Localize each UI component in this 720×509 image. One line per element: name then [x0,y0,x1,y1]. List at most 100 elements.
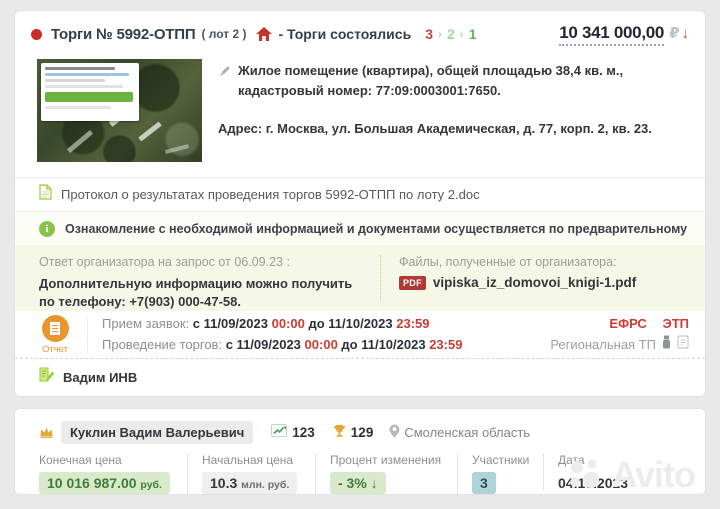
organizer-panel: Ответ организатора на запрос от 06.09.23… [15,245,705,311]
current-price: 10 341 000,00 ₽ ↓ [559,23,689,46]
info-icon: i [39,221,55,237]
answer-title: Ответ организатора на запрос от 06.09.23… [39,255,366,269]
organizer-files: Файлы, полученные от организатора: PDF v… [381,255,636,301]
schedule-dates: Прием заявок: с 11/09/2023 00:00 до 11/1… [102,314,462,356]
popup-text-line [45,79,105,82]
stat-label: Участники [472,453,529,467]
region-name: Смоленская область [404,425,530,440]
bidding-to-date: до 11/10/2023 [341,337,425,352]
schedule-row: Отчет Прием заявок: с 11/09/2023 00:00 д… [15,311,705,358]
stat-final-price: Конечная цена 10 016 987.00 руб. [39,453,187,494]
popup-text-line [45,67,115,70]
applications-from-date: с 11/09/2023 [193,316,268,331]
etp-link[interactable]: ЭТП [662,316,689,331]
applications-period: Прием заявок: с 11/09/2023 00:00 до 11/1… [102,314,462,335]
stat-label: Конечная цена [39,453,173,467]
stat-label: Дата [558,453,628,467]
document-icon [39,184,52,205]
bidding-period: Проведение торгов: с 11/09/2023 00:00 до… [102,335,462,356]
divider [87,317,88,353]
winner-row: Куклин Вадим Валерьевич 123 129 Смоленск… [15,409,705,445]
edit-note-icon [39,367,54,388]
applications-from-time: 00:00 [272,316,305,331]
chart-icon [271,424,287,440]
final-price-value: 10 016 987.00 [47,475,137,491]
lot-number: ( лот 2 ) [201,27,246,41]
stat-label: Процент изменения [330,453,443,467]
crown-icon [39,426,54,438]
auction-title: Торги № 5992-ОТПП [51,26,195,43]
organizer-answer: Ответ организатора на запрос от 06.09.23… [39,255,381,301]
bidder-name: Вадим ИНВ [63,370,137,385]
lot-description: Жилое помещение (квартира), общей площад… [218,59,689,169]
stat-percent-change: Процент изменения - 3% ↓ [315,453,457,494]
report-button[interactable]: Отчет [33,315,77,355]
price-value[interactable]: 10 341 000,00 [559,23,664,46]
stat-start-price: Начальная цена 10.3 млн. руб. [187,453,315,494]
notice-row: i Ознакомление с необходимой информацией… [15,211,705,245]
auctions-metric: 123 [271,424,315,440]
ruble-icon: ₽ [669,24,679,42]
bidding-to-time: 23:59 [429,337,462,352]
clipboard-icon[interactable] [677,335,689,356]
round-3[interactable]: 3 [425,26,433,42]
participants-badge: 3 [472,472,496,494]
auctions-count: 123 [292,425,315,440]
bidding-from-time: 00:00 [305,337,338,352]
price-down-arrow-icon: ↓ [682,25,690,42]
map-popup [41,63,139,121]
home-icon[interactable] [256,27,272,42]
final-price-badge: 10 016 987.00 руб. [39,472,170,494]
chevron-right-icon: › [438,27,442,41]
location-pin-icon [389,424,400,441]
applications-to-time: 23:59 [396,316,429,331]
auction-status: - Торги состоялись [278,26,411,42]
winner-name-badge[interactable]: Куклин Вадим Валерьевич [61,421,253,444]
stats-row: Конечная цена 10 016 987.00 руб. Начальн… [15,445,705,494]
protocol-file-link[interactable]: Протокол о результатах проведения торгов… [61,187,480,202]
popup-link-line [45,73,129,76]
trophy-icon [333,424,346,441]
lot-content: Жилое помещение (квартира), общей площад… [15,51,705,177]
pdf-file-link[interactable]: vipiska_iz_domovoi_knigi-1.pdf [433,275,636,290]
percent-change-value: - 3% [338,475,367,491]
auction-header: Торги № 5992-ОТПП ( лот 2 ) - Торги сост… [15,11,705,51]
notice-text: Ознакомление с необходимой информацией и… [65,222,689,236]
address-text: Адрес: г. Москва, ул. Большая Академичес… [218,119,689,139]
result-card: Куклин Вадим Валерьевич 123 129 Смоленск… [14,408,706,495]
files-title: Файлы, полученные от организатора: [399,255,636,269]
usb-icon[interactable] [662,335,671,356]
wins-metric: 129 [333,424,374,441]
platform-label: Региональная ТП [550,335,656,356]
auction-card: Торги № 5992-ОТПП ( лот 2 ) - Торги сост… [14,10,706,397]
wins-count: 129 [351,425,374,440]
round-2[interactable]: 2 [447,26,455,42]
stat-label: Начальная цена [202,453,301,467]
date-value: 04.10.2023 [558,472,628,491]
start-price-badge: 10.3 млн. руб. [202,472,297,494]
round-1[interactable]: 1 [469,26,477,42]
efrs-link[interactable]: ЕФРС [609,316,647,331]
percent-down-arrow-icon: ↓ [371,475,378,491]
protocol-row: Протокол о результатах проведения торгов… [15,177,705,211]
schedule-links: ЕФРС ЭТП Региональная ТП [550,314,689,356]
map-thumbnail[interactable] [37,59,202,162]
rounds-breadcrumb: 3 › 2 › 1 [425,26,476,42]
popup-text-line [45,106,111,109]
bidding-from-date: с 11/09/2023 [226,337,301,352]
description-text: Жилое помещение (квартира), общей площад… [238,61,689,101]
applications-to-date: до 11/10/2023 [308,316,392,331]
report-icon [42,315,69,342]
start-price-value: 10.3 [210,475,237,491]
stat-date: Дата 04.10.2023 [543,453,642,491]
applications-label: Прием заявок: [102,316,189,331]
start-price-unit: млн. руб. [241,479,289,491]
popup-text-line [45,85,123,88]
stat-participants: Участники 3 [457,453,543,494]
popup-green-button[interactable] [45,92,133,102]
report-label: Отчет [42,344,68,355]
pencil-icon [218,64,231,84]
answer-text: Дополнительную информацию можно получить… [39,275,366,311]
chevron-right-icon: › [460,27,464,41]
bidder-row[interactable]: Вадим ИНВ [15,358,705,396]
